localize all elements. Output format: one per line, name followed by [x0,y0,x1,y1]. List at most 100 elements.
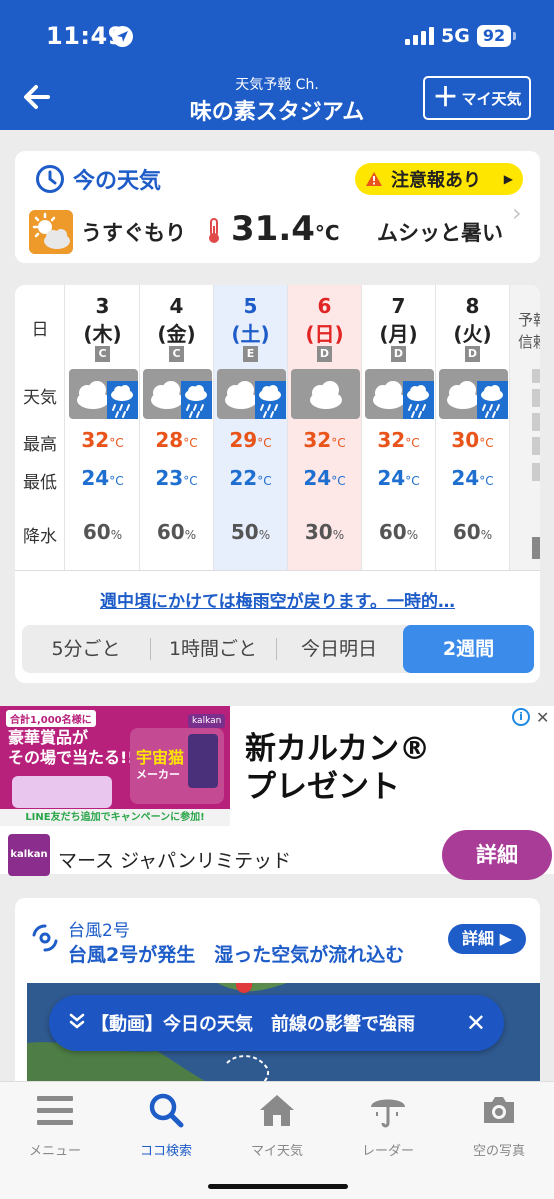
forecast-rain-chance: 50% [214,520,287,544]
bottom-navigation: メニュー ココ検索 マイ天気 レーダー 空の写真 [0,1081,554,1199]
forecast-date: 4 (金) [140,292,213,348]
alert-badge[interactable]: 注意報あり ▶ [355,163,523,195]
warning-icon [365,171,383,187]
ad-banner-top: 合計1,000名様に [6,710,96,727]
forecast-day-column[interactable]: 5 (土) E 29°C 22°C 50% [214,285,287,570]
forecast-rain-value: 50 [230,520,259,544]
ad-banner-image[interactable]: 合計1,000名様に 豪華賞品が その場で当たる!! kalkan 宇宙猫 メー… [0,706,230,826]
close-icon[interactable]: ✕ [466,1009,486,1037]
forecast-low-temp: 22°C [214,466,287,490]
forecast-rain-chance: 60% [66,520,139,544]
forecast-low-value: 24 [81,466,110,490]
nav-sky-photos-label: 空の写真 [472,1144,525,1159]
forecast-day-column[interactable]: 8 (火) D 30°C 24°C 60% [436,285,509,570]
forecast-reliability-rank: D [317,346,332,362]
forecast-rain-unit: % [258,528,271,542]
current-weather-heading: 今の天気 [35,163,161,195]
camera-icon [444,1090,554,1130]
forecast-date: 8 (火) [436,292,509,348]
ad-banner-product: 宇宙猫 [136,748,185,767]
nav-menu[interactable]: メニュー [0,1090,110,1159]
forecast-day-column[interactable]: 3 (木) C 32°C 24°C 60% [66,285,139,570]
add-my-weather-button[interactable]: ＋ マイ天気 [423,76,531,120]
typhoon-detail-label: 詳細 [462,929,495,948]
forecast-day-number: 5 [243,294,258,318]
forecast-reliability-rank: D [391,346,406,362]
video-news-banner[interactable]: 【動画】今日の天気 前線の影響で強雨 ✕ [49,995,504,1051]
forecast-high-temp: 28°C [140,428,213,452]
forecast-low-value: 22 [229,466,258,490]
info-icon[interactable]: i [512,708,530,726]
tab-hourly[interactable]: 1時間ごと [150,625,276,673]
ad-banner-main2: その場で当たる!! [8,748,135,767]
forecast-rain-value: 30 [304,520,333,544]
nav-search[interactable]: ココ検索 [111,1090,221,1159]
nav-my-weather-label: マイ天気 [250,1144,303,1159]
forecast-low-unit: °C [331,474,346,488]
row-label-high: 最高 [23,435,57,455]
forecast-day-number: 8 [465,294,480,318]
add-my-weather-label: マイ天気 [461,89,522,108]
tab-5min[interactable]: 5分ごと [22,625,150,673]
thermometer-icon [207,218,221,248]
nav-search-label: ココ検索 [139,1144,192,1159]
forecast-rain-unit: % [406,528,419,542]
forecast-rain-chance: 30% [288,520,361,544]
forecast-high-unit: °C [257,436,272,450]
ad-close-icon[interactable]: ✕ [536,708,549,727]
forecast-rain-value: 60 [156,520,185,544]
cloud-rain-icon [439,369,508,419]
ad-banner-line: LINE友だち追加でキャンペーンに参加! [0,809,230,826]
cloud-rain-icon [69,369,138,419]
home-indicator [208,1184,348,1189]
reliability-label: 予報 [518,311,540,329]
app-header: 11:49 5G 92 天気予報 Ch. 味の素スタジアム ＋ マイ天気 [0,0,554,130]
ad-detail-button[interactable]: 詳細 [442,830,552,880]
ad-headline: 新カルカン® プレゼント [245,730,430,806]
kalkan-logo: kalkan [8,834,50,876]
forecast-day-number: 4 [169,294,184,318]
forecast-low-value: 24 [303,466,332,490]
nav-radar[interactable]: レーダー [333,1090,443,1159]
nav-my-weather[interactable]: マイ天気 [222,1090,332,1159]
alert-label: 注意報あり [391,170,481,191]
plus-icon: ＋ [432,83,459,113]
tab-two-weeks[interactable]: 2週間 [403,625,534,673]
typhoon-detail-button[interactable]: 詳細 ▶ [448,924,526,954]
nav-radar-label: レーダー [361,1144,414,1159]
forecast-row-labels: 日 天気 最高 最低 降水 [15,285,65,570]
ad-headline-2: プレゼント [245,769,400,805]
forecast-reliability-rank: D [465,346,480,362]
forecast-date: 5 (土) [214,292,287,348]
current-weather-title: 今の天気 [73,169,162,194]
current-weather-card[interactable]: 今の天気 注意報あり ▶ うすぐもり 31.4°C ムシッと暑い › [15,151,540,263]
current-condition: うすぐもり [81,221,186,245]
status-bar: 11:49 5G 92 [0,0,554,66]
tab-today-tomorrow[interactable]: 今日明日 [276,625,402,673]
forecast-reliability-column: 予報 信頼 [510,285,540,570]
forecast-low-value: 23 [155,466,184,490]
battery-icon: 92 [477,25,511,47]
forecast-low-temp: 24°C [436,466,509,490]
forecast-high-temp: 32°C [362,428,435,452]
forecast-comment-link[interactable]: 週中頃にかけては梅雨空が戻ります。一時的… [15,587,540,612]
nav-sky-photos[interactable]: 空の写真 [444,1090,554,1159]
forecast-low-temp: 24°C [288,466,361,490]
advertisement[interactable]: 合計1,000名様に 豪華賞品が その場で当たる!! kalkan 宇宙猫 メー… [0,706,554,880]
forecast-low-unit: °C [257,474,272,488]
forecast-low-temp: 24°C [362,466,435,490]
forecast-date: 7 (月) [362,292,435,348]
chevron-right-icon: › [512,199,522,227]
cloud-rain-icon [217,369,286,419]
header-subtitle: 天気予報 Ch. [235,77,319,93]
forecast-day-column[interactable]: 7 (月) D 32°C 24°C 60% [362,285,435,570]
forecast-high-unit: °C [479,436,494,450]
forecast-day-column[interactable]: 4 (金) C 28°C 23°C 60% [140,285,213,570]
forecast-day-column[interactable]: 6 (日) D 32°C 24°C 30% [288,285,361,570]
forecast-day-of-week: (月) [379,322,418,346]
forecast-rain-value: 60 [378,520,407,544]
back-button[interactable] [20,80,54,114]
current-temperature: 31.4°C [231,209,340,249]
forecast-low-unit: °C [109,474,124,488]
forecast-high-temp: 30°C [436,428,509,452]
